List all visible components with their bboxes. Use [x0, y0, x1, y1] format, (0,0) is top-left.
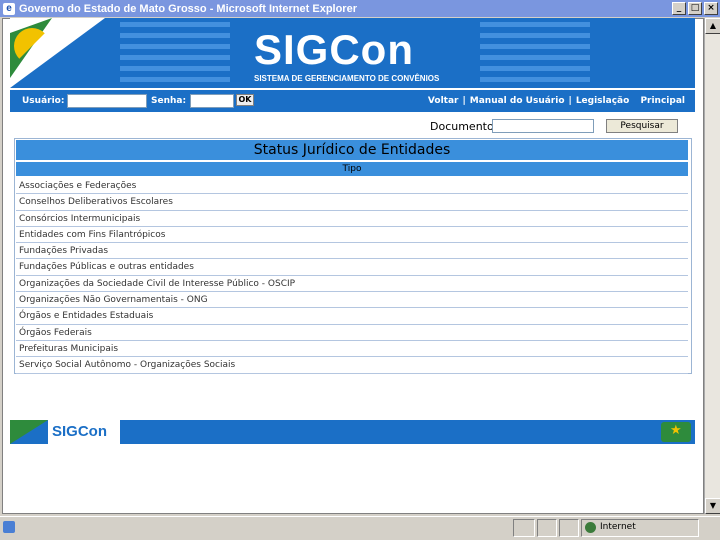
table-row[interactable]: Fundações Privadas	[16, 243, 688, 260]
page-status-icon	[3, 521, 15, 533]
nav-separator	[633, 96, 636, 106]
security-zone-label: Internet	[600, 522, 636, 532]
document-input[interactable]	[492, 119, 594, 133]
table-row[interactable]: Serviço Social Autônomo - Organizações S…	[16, 357, 688, 374]
table-rows: Associações e Federações Conselhos Delib…	[16, 178, 688, 374]
table-title: Status Jurídico de Entidades	[16, 140, 688, 160]
table-row[interactable]: Fundações Públicas e outras entidades	[16, 259, 688, 276]
status-zone-panel	[581, 519, 699, 537]
internet-globe-icon	[585, 522, 596, 533]
nav-separator: |	[568, 96, 572, 106]
ie-icon: e	[3, 2, 15, 15]
page-footer: SIGCon	[10, 420, 695, 444]
table-row[interactable]: Conselhos Deliberativos Escolares	[16, 194, 688, 211]
banner-stripes-left	[120, 22, 230, 84]
sigcon-logo: SIGCon	[254, 26, 414, 73]
nav-link-manual[interactable]: Manual do Usuário	[470, 96, 565, 106]
table-row[interactable]: Prefeituras Municipais	[16, 341, 688, 358]
scroll-up-icon[interactable]: ▲	[705, 18, 720, 34]
search-button[interactable]: Pesquisar	[606, 119, 678, 133]
table-row[interactable]: Entidades com Fins Filantrópicos	[16, 227, 688, 244]
vertical-scrollbar[interactable]: ▲ ▼	[704, 18, 720, 514]
state-emblem-icon	[661, 422, 691, 442]
table-row[interactable]: Órgãos e Entidades Estaduais	[16, 308, 688, 325]
sigcon-subtitle: SISTEMA DE GERENCIAMENTO DE CONVÊNIOS	[254, 74, 440, 83]
login-bar: Usuário: Senha: OK Voltar | Manual do Usuá…	[10, 90, 695, 112]
nav-link-voltar[interactable]: Voltar	[428, 96, 459, 106]
browser-status-bar: Internet	[0, 516, 720, 540]
user-label: Usuário:	[22, 96, 65, 106]
header-banner: SIGCon SISTEMA DE GERENCIAMENTO DE CONVÊ…	[10, 18, 695, 88]
table-row[interactable]: Organizações Não Governamentais - ONG	[16, 292, 688, 309]
banner-stripes-right	[480, 22, 590, 84]
nav-separator: |	[462, 96, 466, 106]
table-column-header: Tipo	[16, 162, 688, 176]
minimize-button[interactable]: _	[672, 2, 686, 15]
footer-flag-icon	[10, 420, 48, 444]
password-label: Senha:	[151, 96, 187, 106]
table-row[interactable]: Órgãos Federais	[16, 325, 688, 341]
status-panel	[513, 519, 535, 537]
password-input[interactable]	[190, 94, 234, 108]
window-title-bar[interactable]: e Governo do Estado de Mato Grosso - Mic…	[0, 0, 720, 17]
status-panel	[559, 519, 579, 537]
table-row[interactable]: Associações e Federações	[16, 178, 688, 195]
nav-links: Voltar | Manual do Usuário | Legislação Prin…	[428, 96, 685, 106]
window-title: Governo do Estado de Mato Grosso - Micro…	[19, 2, 357, 15]
scroll-down-icon[interactable]: ▼	[705, 498, 720, 514]
maximize-button[interactable]: □	[688, 2, 702, 15]
nav-link-legislacao[interactable]: Legislação	[576, 96, 629, 106]
table-row[interactable]: Organizações da Sociedade Civil de Inter…	[16, 276, 688, 293]
table-row[interactable]: Consórcios Intermunicipais	[16, 211, 688, 227]
login-ok-button[interactable]: OK	[236, 94, 254, 106]
document-label: Documento	[430, 120, 494, 133]
status-panel	[537, 519, 557, 537]
close-button[interactable]: ×	[704, 2, 718, 15]
user-input[interactable]	[67, 94, 147, 108]
footer-sigcon-logo: SIGCon	[52, 423, 107, 440]
nav-link-principal[interactable]: Principal	[640, 96, 685, 106]
